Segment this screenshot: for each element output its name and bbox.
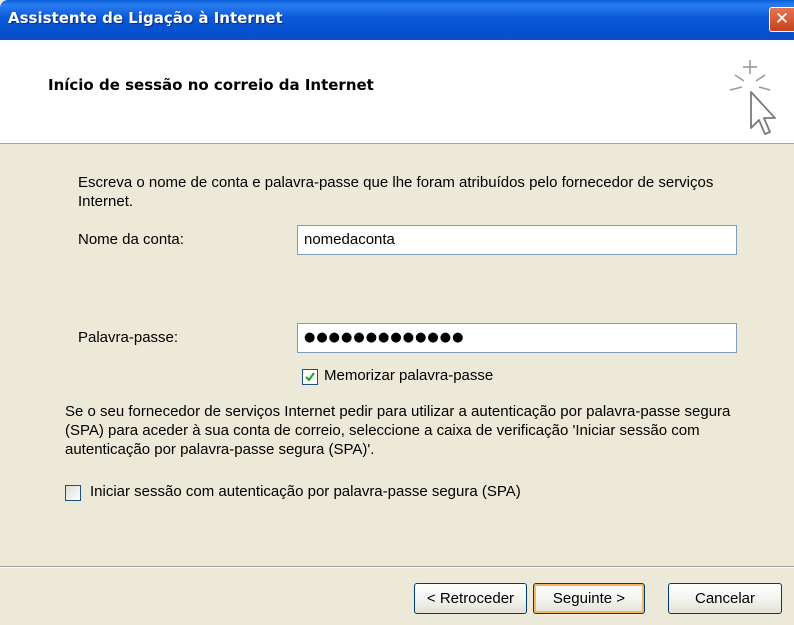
back-button[interactable]: < Retroceder <box>414 583 527 614</box>
checkmark-icon <box>305 372 315 382</box>
footer-separator <box>0 566 794 568</box>
close-button[interactable]: ✕ <box>769 7 794 32</box>
title-bar[interactable]: Assistente de Ligação à Internet ✕ <box>0 0 794 40</box>
account-name-label: Nome da conta: <box>78 231 184 248</box>
cancel-button[interactable]: Cancelar <box>668 583 782 614</box>
spa-checkbox[interactable] <box>65 485 81 501</box>
wizard-header: Início de sessão no correio da Internet <box>0 40 794 144</box>
remember-password-label[interactable]: Memorizar palavra-passe <box>324 367 493 384</box>
page-title: Início de sessão no correio da Internet <box>48 76 374 94</box>
next-button[interactable]: Seguinte > <box>533 583 645 614</box>
intro-text: Escreva o nome de conta e palavra-passe … <box>78 174 714 210</box>
remember-password-checkbox[interactable] <box>302 369 318 385</box>
window-title: Assistente de Ligação à Internet <box>8 9 283 27</box>
wizard-cursor-icon <box>729 60 776 135</box>
close-icon: ✕ <box>774 9 790 29</box>
spa-checkbox-label[interactable]: Iniciar sessão com autenticação por pala… <box>90 483 521 500</box>
password-input[interactable]: ●●●●●●●●●●●●● <box>297 323 737 353</box>
wizard-window: Assistente de Ligação à Internet ✕ Iníci… <box>0 0 794 625</box>
wizard-body: Escreva o nome de conta e palavra-passe … <box>0 145 794 530</box>
password-label: Palavra-passe: <box>78 329 179 346</box>
account-name-input[interactable]: nomedaconta <box>297 225 737 255</box>
spa-description: Se o seu fornecedor de serviços Internet… <box>65 403 731 458</box>
